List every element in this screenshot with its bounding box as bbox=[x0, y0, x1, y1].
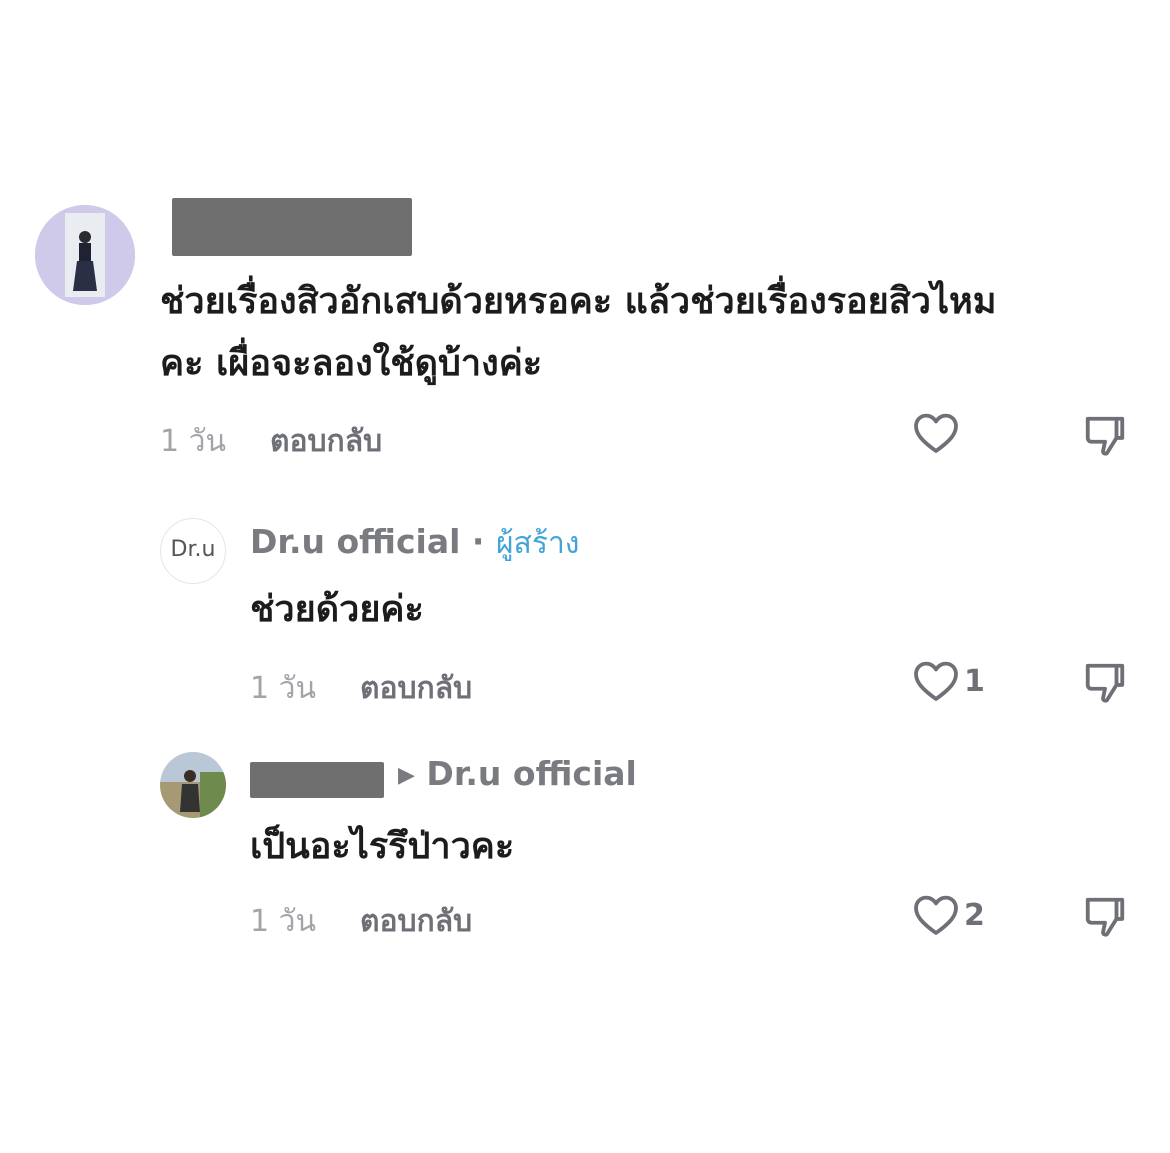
heart-icon bbox=[914, 895, 958, 935]
comment-2: Dr.u Dr.u official · ผู้สร้าง ช่วยด้วยค่… bbox=[0, 480, 1170, 720]
comment-text-line-1: ช่วยเรื่องสิวอักเสบด้วยหรอคะ แล้วช่วยเรื… bbox=[160, 281, 997, 322]
avatar-photo bbox=[160, 752, 226, 818]
like-count: 2 bbox=[964, 897, 985, 933]
like-button[interactable]: 1 bbox=[912, 658, 985, 704]
separator: · bbox=[460, 522, 496, 561]
play-arrow-icon: ▶ bbox=[398, 763, 415, 788]
avatar[interactable] bbox=[35, 205, 135, 305]
comment-3: ▶ Dr.u official เป็นอะไรรึป่าวคะ 1 วัน ตอ… bbox=[0, 720, 1170, 980]
creator-badge: ผู้สร้าง bbox=[495, 526, 580, 561]
comment-meta: 1 วัน ตอบกลับ bbox=[250, 665, 472, 712]
reply-button[interactable]: ตอบกลับ bbox=[360, 671, 472, 706]
avatar-logo: Dr.u bbox=[170, 537, 216, 562]
timestamp: 1 วัน bbox=[250, 904, 316, 939]
avatar[interactable] bbox=[160, 752, 226, 818]
heart-icon bbox=[914, 661, 958, 701]
timestamp: 1 วัน bbox=[250, 671, 316, 706]
dislike-icon bbox=[1085, 897, 1125, 937]
like-count: 1 bbox=[964, 663, 985, 699]
like-button[interactable] bbox=[912, 410, 960, 456]
avatar-photo bbox=[35, 205, 135, 305]
redacted-username bbox=[250, 762, 384, 798]
redacted-username bbox=[172, 198, 412, 256]
reply-to-username[interactable]: Dr.u official bbox=[426, 754, 636, 793]
reply-button[interactable]: ตอบกลับ bbox=[270, 424, 382, 459]
dislike-icon bbox=[1085, 416, 1125, 456]
comment-meta: 1 วัน ตอบกลับ bbox=[250, 898, 472, 945]
comment-text-line-2: คะ เผื่อจะลองใช้ดูบ้างค่ะ bbox=[160, 343, 543, 384]
avatar[interactable]: Dr.u bbox=[160, 518, 226, 584]
reply-to-row: ▶ Dr.u official bbox=[398, 754, 637, 793]
comment-text: เป็นอะไรรึป่าวคะ bbox=[250, 826, 515, 867]
dislike-icon bbox=[1085, 663, 1125, 703]
dislike-button[interactable] bbox=[1082, 894, 1128, 944]
dislike-button[interactable] bbox=[1082, 660, 1128, 710]
timestamp: 1 วัน bbox=[160, 424, 226, 459]
comment-1: ช่วยเรื่องสิวอักเสบด้วยหรอคะ แล้วช่วยเรื… bbox=[0, 0, 1170, 480]
dislike-button[interactable] bbox=[1082, 413, 1128, 463]
like-button[interactable]: 2 bbox=[912, 892, 985, 938]
reply-button[interactable]: ตอบกลับ bbox=[360, 904, 472, 939]
heart-icon bbox=[914, 413, 958, 453]
comment-meta: 1 วัน ตอบกลับ bbox=[160, 418, 382, 465]
comment-text: ช่วยด้วยค่ะ bbox=[250, 589, 424, 630]
username-row: Dr.u official · ผู้สร้าง bbox=[250, 520, 579, 567]
username[interactable]: Dr.u official bbox=[250, 522, 460, 561]
